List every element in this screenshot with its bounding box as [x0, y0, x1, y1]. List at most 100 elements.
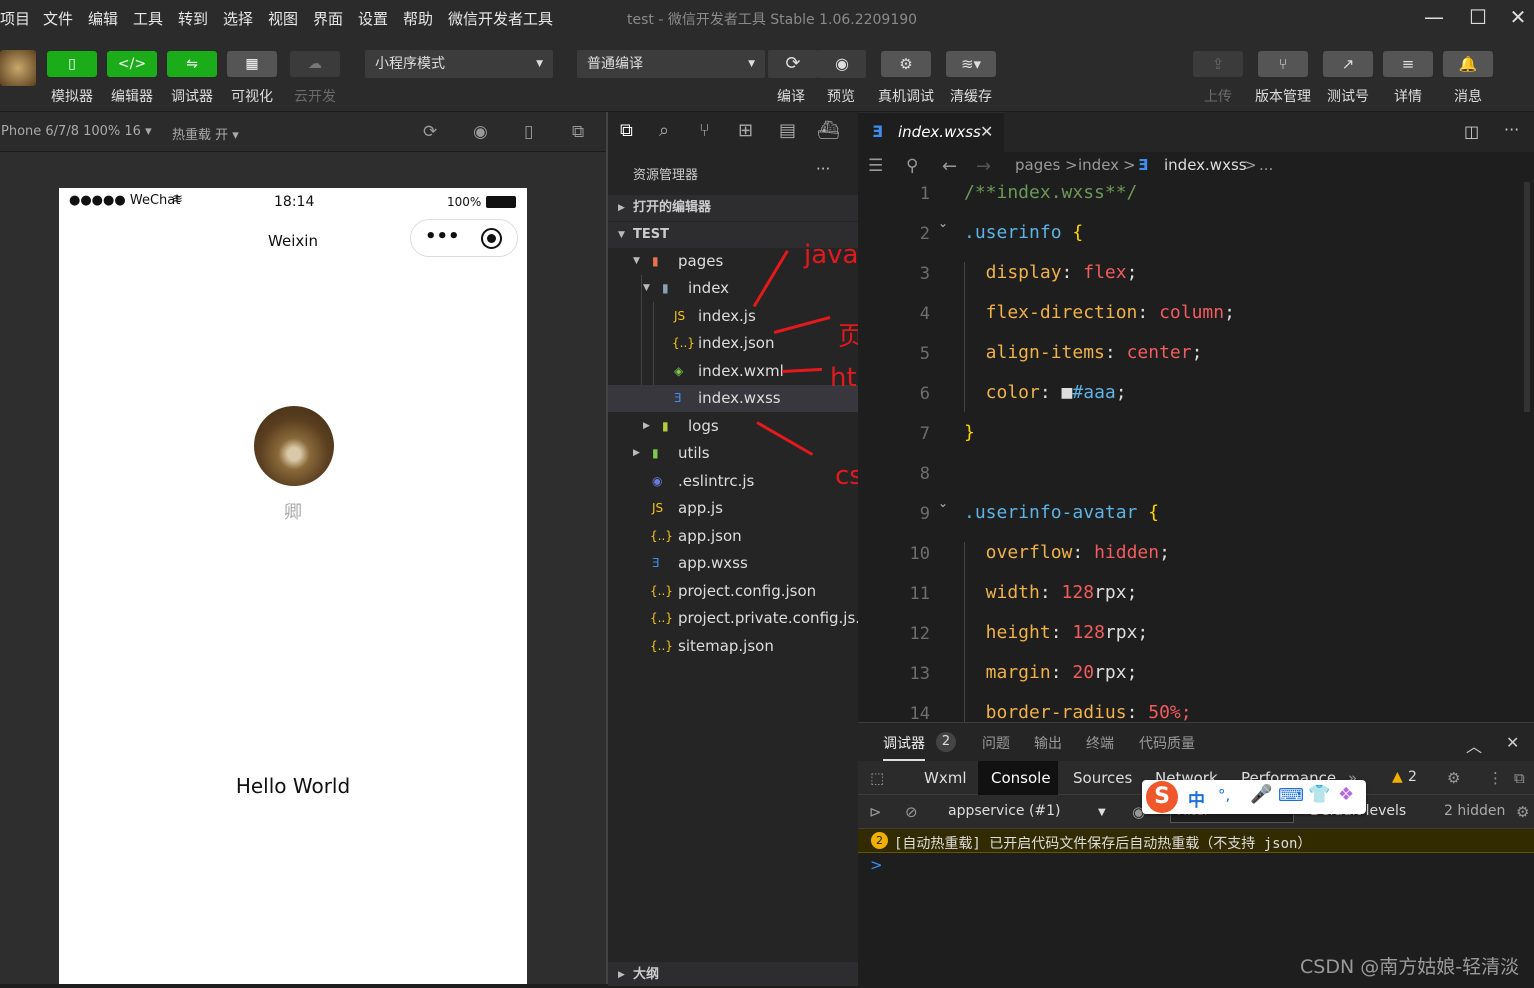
split-editor-icon[interactable]: ◫ [1464, 122, 1479, 141]
outline-section[interactable]: ▶ 大纲 [608, 962, 858, 986]
tab-wxml[interactable]: Wxml [924, 769, 967, 787]
microphone-icon[interactable]: 🎤 [1250, 784, 1272, 805]
user-avatar[interactable] [0, 50, 36, 86]
toolbox-icon[interactable]: ❖ [1338, 784, 1354, 805]
code-line[interactable]: flex-direction: column; [964, 302, 1235, 323]
back-icon[interactable]: ← [942, 156, 957, 177]
tree-item[interactable]: ▶ ▮ utils [608, 440, 858, 467]
cloud-dev-button[interactable]: ☁ [290, 51, 340, 77]
gear-icon[interactable]: ⚙ [1447, 769, 1460, 787]
compile-select[interactable]: 普通编译 ▼ [577, 50, 765, 78]
forward-icon[interactable]: → [976, 156, 991, 177]
keyboard-icon[interactable]: ⌨ [1278, 785, 1304, 806]
chevron-down-icon[interactable]: ▼ [643, 275, 650, 302]
menu-item[interactable]: 项目 [0, 8, 30, 29]
tab-terminal[interactable]: 终端 [1086, 733, 1114, 753]
simulator-toggle[interactable]: ▯ [47, 51, 97, 77]
open-editors-section[interactable]: ▶ 打开的编辑器 [608, 195, 858, 221]
ime-lang[interactable]: 中 [1188, 786, 1205, 811]
code-line[interactable]: overflow: hidden; [964, 542, 1170, 563]
warning-icon[interactable]: ▲ [1392, 769, 1403, 785]
tree-item[interactable]: ▼ ▮ index [608, 275, 858, 302]
maximize-icon[interactable]: ☐ [1458, 4, 1498, 32]
more-actions-icon[interactable]: ··· [1504, 120, 1519, 139]
visual-toggle[interactable]: ▦ [227, 51, 277, 77]
crumb-pages[interactable]: pages [1015, 156, 1060, 174]
refresh-icon[interactable]: ⟳ [423, 122, 437, 142]
code-line[interactable]: .userinfo { [964, 222, 1083, 243]
menu-item[interactable]: 编辑 [88, 8, 118, 29]
files-icon[interactable]: ⧉ [620, 120, 633, 141]
chevron-right-icon[interactable]: ▶ [643, 413, 650, 440]
search-icon[interactable]: ⌕ [659, 120, 669, 141]
mode-select[interactable]: 小程序模式 ▼ [365, 50, 553, 78]
tree-item[interactable]: ▶ ▮ logs [608, 413, 858, 440]
menu-item[interactable]: 帮助 [403, 8, 433, 29]
code-line[interactable]: margin: 20rpx; [964, 662, 1138, 683]
device-select[interactable]: Phone 6/7/8 100% 16 ▾ [1, 124, 152, 139]
code-line[interactable]: align-items: center; [964, 342, 1203, 363]
clear-cache-button[interactable]: ≋▾ [946, 51, 996, 77]
tree-item[interactable]: {..} project.private.config.js... [608, 605, 870, 632]
gear-icon[interactable]: ⚙ [1516, 803, 1529, 821]
tree-item[interactable]: ◉ .eslintrc.js [608, 468, 858, 495]
menu-item[interactable]: 文件 [43, 8, 73, 29]
chevron-down-icon[interactable]: ▼ [1098, 807, 1106, 818]
tree-item[interactable]: {..} sitemap.json [608, 633, 858, 660]
bookmark-icon[interactable]: ⚲ [906, 156, 918, 176]
editor-toggle[interactable]: </> [107, 51, 157, 77]
tree-item[interactable]: Ǝindex.wxss [608, 385, 858, 412]
kebab-icon[interactable]: ⋮ [1488, 769, 1503, 787]
context-select[interactable]: appservice (#1) [948, 803, 1061, 819]
tab-code-quality[interactable]: 代码质量 [1139, 733, 1195, 753]
code-line[interactable]: width: 128rpx; [964, 582, 1138, 603]
tab-problems[interactable]: 问题 [982, 733, 1010, 753]
menu-item[interactable]: 设置 [358, 8, 388, 29]
more-icon[interactable]: ••• [425, 226, 460, 247]
cloud-icon[interactable]: ▤ [779, 120, 796, 141]
code-line[interactable]: } [964, 422, 975, 443]
crumb-index[interactable]: index [1078, 156, 1119, 174]
tree-item[interactable]: {..} app.json [608, 523, 858, 550]
messages-button[interactable]: 🔔 [1443, 51, 1493, 77]
close-tab-icon[interactable]: ✕ [980, 122, 993, 141]
chevron-down-icon[interactable]: ▼ [633, 248, 640, 275]
fold-icon[interactable]: ⌄ [938, 496, 948, 510]
tree-item[interactable]: JS app.js [608, 495, 858, 522]
details-button[interactable]: ≡ [1383, 51, 1433, 77]
version-control-button[interactable]: ⑂ [1258, 51, 1308, 77]
ime-punct[interactable]: °, [1218, 786, 1230, 804]
capsule-button[interactable]: ••• [410, 219, 518, 257]
clear-console-icon[interactable]: ⊘ [905, 803, 918, 821]
close-panel-icon[interactable]: ✕ [1506, 733, 1519, 752]
code-line[interactable]: border-radius: 50%; [964, 702, 1192, 723]
tree-item[interactable]: {..} index.json [608, 330, 858, 357]
code-line[interactable]: color: ■#aaa; [964, 382, 1127, 403]
menu-item[interactable]: 微信开发者工具 [448, 8, 553, 29]
stop-icon[interactable]: ◉ [473, 122, 488, 142]
tree-item[interactable]: JS index.js [608, 303, 858, 330]
tab-console[interactable]: Console [991, 769, 1051, 787]
code-line[interactable]: .userinfo-avatar { [964, 502, 1159, 523]
chevron-right-icon[interactable]: ▶ [633, 440, 640, 467]
minimize-icon[interactable]: — [1414, 4, 1454, 32]
menu-item[interactable]: 转到 [178, 8, 208, 29]
sidebar-toggle-icon[interactable]: ⊳ [869, 803, 882, 821]
menu-item[interactable]: 界面 [313, 8, 343, 29]
ime-toolbar[interactable]: S 中 °, 🎤 ⌨ 👕 ❖ [1142, 780, 1366, 814]
close-capsule-icon[interactable] [481, 228, 502, 249]
tab-output[interactable]: 输出 [1034, 733, 1062, 753]
sogou-logo-icon[interactable]: S [1146, 781, 1178, 813]
source-control-icon[interactable]: ⑂ [699, 120, 710, 141]
more-actions-icon[interactable]: ··· [816, 160, 830, 178]
extensions-icon[interactable]: ⊞ [738, 120, 753, 141]
code-line[interactable]: /**index.wxss**/ [964, 182, 1137, 203]
close-window-icon[interactable]: ✕ [1498, 4, 1534, 32]
menu-item[interactable]: 工具 [133, 8, 163, 29]
preview-button[interactable]: ◉ [818, 50, 866, 78]
menu-item[interactable]: 选择 [223, 8, 253, 29]
tree-item[interactable]: {..} project.config.json [608, 578, 858, 605]
tab-sources[interactable]: Sources [1073, 769, 1132, 787]
debugger-toggle[interactable]: ⇋ [167, 51, 217, 77]
code-line[interactable]: display: flex; [964, 262, 1138, 283]
